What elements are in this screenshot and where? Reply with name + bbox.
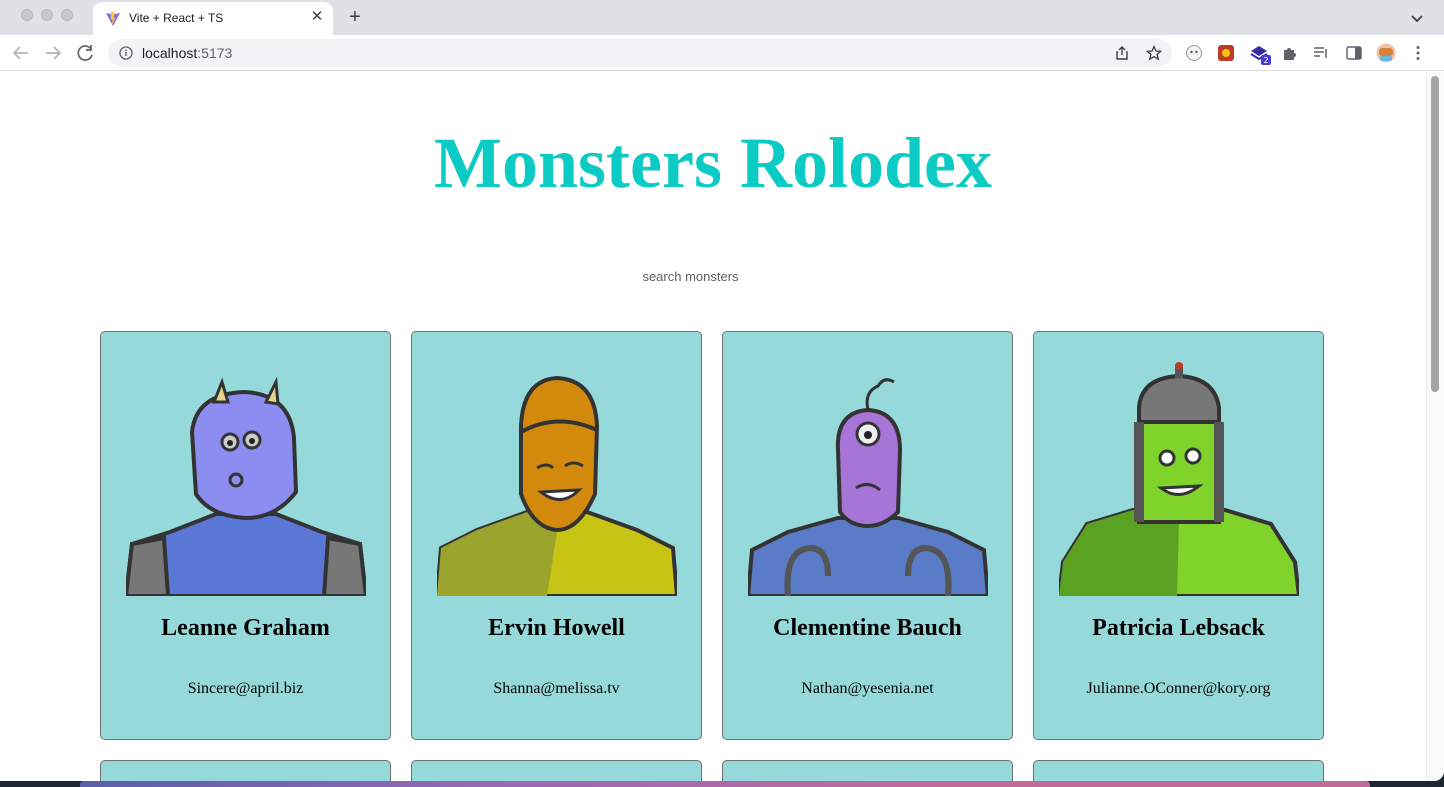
reading-list-icon[interactable] bbox=[1312, 44, 1330, 62]
monster-card[interactable]: Leanne Graham Sincere@april.biz bbox=[100, 331, 391, 740]
chevron-down-icon[interactable] bbox=[1407, 8, 1427, 28]
monster-avatar-image bbox=[126, 376, 366, 596]
monster-name: Patricia Lebsack bbox=[1092, 615, 1265, 641]
page-scrollbar[interactable] bbox=[1426, 72, 1444, 781]
bookmark-star-icon[interactable] bbox=[1146, 45, 1162, 61]
scrollbar-thumb[interactable] bbox=[1431, 76, 1439, 392]
monster-card[interactable]: Ervin Howell Shanna@melissa.tv bbox=[411, 331, 702, 740]
monster-card[interactable] bbox=[722, 760, 1013, 781]
extension-badge-count: 2 bbox=[1263, 56, 1268, 65]
url-port: :5173 bbox=[197, 45, 233, 61]
reload-icon[interactable] bbox=[74, 42, 98, 64]
search-input[interactable] bbox=[547, 261, 847, 291]
forward-arrow-icon[interactable] bbox=[41, 42, 65, 64]
more-menu-icon[interactable] bbox=[1409, 44, 1427, 62]
close-tab-icon[interactable]: ✕ bbox=[308, 8, 326, 26]
minimize-window-button[interactable] bbox=[41, 9, 53, 21]
monster-name: Clementine Bauch bbox=[773, 615, 962, 641]
monster-email: Julianne.OConner@kory.org bbox=[1086, 680, 1271, 697]
puzzle-icon[interactable] bbox=[1281, 44, 1299, 62]
close-window-button[interactable] bbox=[21, 9, 33, 21]
browser-tab[interactable]: Vite + React + TS ✕ bbox=[93, 2, 333, 35]
monster-name: Ervin Howell bbox=[488, 615, 625, 641]
page-title: Monsters Rolodex bbox=[434, 123, 992, 203]
monster-card[interactable] bbox=[100, 760, 391, 781]
extension-face-icon[interactable] bbox=[1185, 44, 1203, 62]
back-arrow-icon[interactable] bbox=[9, 42, 33, 64]
monster-card[interactable] bbox=[411, 760, 702, 781]
monster-card[interactable]: Patricia Lebsack Julianne.OConner@kory.o… bbox=[1033, 331, 1324, 740]
share-icon[interactable] bbox=[1114, 45, 1130, 61]
site-info-icon[interactable] bbox=[119, 46, 133, 60]
monster-email: Nathan@yesenia.net bbox=[801, 680, 934, 697]
monster-avatar-image bbox=[1059, 362, 1299, 596]
address-bar[interactable]: localhost:5173 bbox=[108, 39, 1172, 67]
vite-logo-icon bbox=[106, 11, 120, 26]
browser-toolbar: localhost:5173 2 bbox=[0, 35, 1444, 71]
monster-card[interactable]: Clementine Bauch Nathan@yesenia.net bbox=[722, 331, 1013, 740]
monster-email: Sincere@april.biz bbox=[187, 680, 304, 697]
browser-window: Vite + React + TS ✕ + localhost:5173 2 M… bbox=[0, 0, 1444, 781]
tab-strip: Vite + React + TS ✕ + bbox=[0, 0, 1444, 35]
extension-stack-icon[interactable]: 2 bbox=[1249, 42, 1273, 66]
monster-avatar-image bbox=[437, 375, 677, 596]
monster-name: Leanne Graham bbox=[161, 615, 330, 641]
side-panel-icon[interactable] bbox=[1345, 44, 1363, 62]
monster-email: Shanna@melissa.tv bbox=[493, 680, 620, 697]
profile-avatar-icon[interactable] bbox=[1376, 43, 1396, 63]
extension-red-icon[interactable] bbox=[1217, 44, 1235, 62]
tab-title: Vite + React + TS bbox=[129, 11, 224, 25]
desktop-background-strip bbox=[80, 781, 1370, 787]
monster-card[interactable] bbox=[1033, 760, 1324, 781]
url-host: localhost bbox=[142, 45, 198, 61]
page-viewport: Monsters Rolodex Leanne Graham Sincere@a… bbox=[0, 72, 1426, 781]
new-tab-button[interactable]: + bbox=[344, 6, 366, 28]
maximize-window-button[interactable] bbox=[61, 9, 73, 21]
url-text: localhost:5173 bbox=[142, 45, 232, 61]
monster-avatar-image bbox=[748, 378, 988, 596]
